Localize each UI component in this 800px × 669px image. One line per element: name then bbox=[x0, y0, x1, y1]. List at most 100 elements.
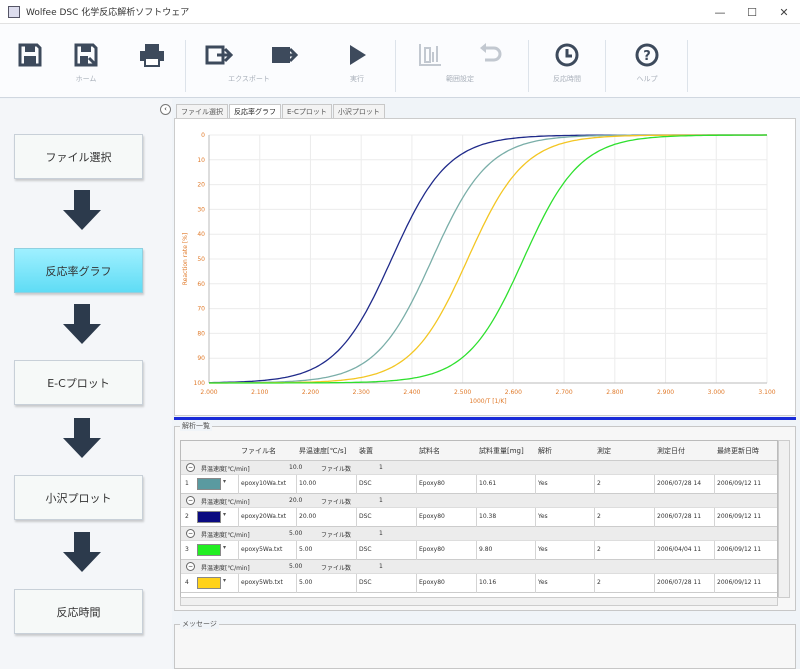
table-row[interactable]: 1 ▾ epoxy10Wa.txt 10.00 DSC Epoxy80 10.61 Yes 2 2… bbox=[181, 475, 777, 494]
cell-device: DSC bbox=[359, 579, 372, 586]
close-button[interactable]: ✕ bbox=[768, 0, 800, 24]
cell-last-updated: 2006/09/12 11 bbox=[717, 480, 762, 487]
x-tick-label: 3.000 bbox=[708, 389, 725, 396]
tab-ozawa-plot[interactable]: 小沢プロット bbox=[332, 104, 385, 119]
help-button[interactable]: ? bbox=[627, 38, 667, 72]
y-tick-label: 0 bbox=[201, 132, 205, 139]
header-analysis[interactable]: 解析 bbox=[538, 446, 552, 456]
export-button[interactable] bbox=[199, 38, 239, 72]
export-image-button[interactable] bbox=[264, 38, 304, 72]
step-ec-plot-button[interactable]: E-Cプロット bbox=[14, 360, 143, 405]
collapse-sidebar-icon[interactable]: ‹ bbox=[160, 104, 171, 115]
cell-measurement: 2 bbox=[597, 546, 601, 553]
y-tick-label: 20 bbox=[197, 182, 205, 189]
grid-horizontal-scrollbar[interactable] bbox=[180, 597, 778, 606]
group-title: 昇温速度[℃/min] bbox=[201, 565, 250, 572]
step-reaction-rate-graph-button[interactable]: 反応率グラフ bbox=[14, 248, 143, 293]
undo-button[interactable] bbox=[470, 38, 510, 72]
arrow-down-icon bbox=[63, 418, 101, 458]
y-tick-label: 90 bbox=[197, 355, 205, 362]
table-row[interactable]: 2 ▾ epoxy20Wa.txt 20.00 DSC Epoxy80 10.38 Yes 2 2… bbox=[181, 508, 777, 527]
play-icon bbox=[350, 45, 366, 65]
color-swatch[interactable] bbox=[197, 478, 221, 490]
toolbar-label-reaction-time: 反応時間 bbox=[553, 75, 581, 83]
x-tick-label: 2.800 bbox=[606, 389, 623, 396]
save-as-button[interactable] bbox=[66, 38, 106, 72]
step-reaction-time-button[interactable]: 反応時間 bbox=[14, 589, 143, 634]
cell-measurement: 2 bbox=[597, 480, 601, 487]
cell-analysis: Yes bbox=[538, 513, 548, 520]
header-sample-name[interactable]: 試料名 bbox=[419, 446, 440, 456]
maximize-button[interactable]: ☐ bbox=[736, 0, 768, 24]
color-dropdown-icon[interactable]: ▾ bbox=[223, 478, 226, 485]
header-device[interactable]: 装置 bbox=[359, 446, 373, 456]
y-tick-label: 70 bbox=[197, 306, 205, 313]
cell-sample-name: Epoxy80 bbox=[419, 480, 445, 487]
table-row[interactable]: 4 ▾ epoxy5Wb.txt 5.00 DSC Epoxy80 10.16 Yes 2 200… bbox=[181, 574, 777, 593]
message-group bbox=[174, 624, 796, 669]
svg-text:?: ? bbox=[643, 49, 651, 64]
group-count: 1 bbox=[379, 563, 383, 570]
cell-sample-name: Epoxy80 bbox=[419, 513, 445, 520]
header-measure-date[interactable]: 測定日付 bbox=[657, 446, 685, 456]
color-swatch[interactable] bbox=[197, 544, 221, 556]
minimize-button[interactable]: — bbox=[704, 0, 736, 24]
row-number: 3 bbox=[185, 546, 189, 553]
color-swatch[interactable] bbox=[197, 511, 221, 523]
group-title: 昇温速度[℃/min] bbox=[201, 499, 250, 506]
save-as-icon bbox=[74, 43, 98, 67]
print-icon bbox=[140, 44, 164, 67]
toolbar-separator bbox=[395, 40, 396, 92]
step-file-select-button[interactable]: ファイル選択 bbox=[14, 134, 143, 179]
message-label: メッセージ bbox=[180, 619, 219, 629]
cell-filename: epoxy5Wa.txt bbox=[241, 546, 283, 553]
splitter-bar[interactable] bbox=[174, 417, 796, 420]
group-count-label: ファイル数 bbox=[321, 499, 352, 506]
cell-heating-rate: 5.00 bbox=[299, 546, 313, 553]
table-row[interactable]: 3 ▾ epoxy5Wa.txt 5.00 DSC Epoxy80 9.80 Yes 2 2006… bbox=[181, 541, 777, 560]
reaction-rate-chart[interactable]: 2.000 2.100 2.200 2.300 2.400 2.500 2.600 2.700… bbox=[175, 119, 795, 415]
reaction-time-button[interactable] bbox=[547, 38, 587, 72]
color-dropdown-icon[interactable]: ▾ bbox=[223, 544, 226, 551]
collapse-group-icon[interactable]: − bbox=[186, 529, 195, 538]
color-dropdown-icon[interactable]: ▾ bbox=[223, 511, 226, 518]
cell-filename: epoxy20Wa.txt bbox=[241, 513, 287, 520]
group-row: − 昇温速度[℃/min] 5.00 ファイル数 1 bbox=[181, 527, 777, 541]
header-filename[interactable]: ファイル名 bbox=[241, 446, 276, 456]
step-ozawa-plot-button[interactable]: 小沢プロット bbox=[14, 475, 143, 520]
group-count-label: ファイル数 bbox=[321, 466, 352, 473]
group-rate: 10.0 bbox=[289, 464, 303, 471]
print-button[interactable] bbox=[132, 38, 172, 72]
tab-ec-plot[interactable]: E-Cプロット bbox=[282, 104, 332, 119]
header-heating-rate[interactable]: 昇温速度[℃/s] bbox=[299, 446, 346, 456]
app-icon bbox=[8, 5, 20, 18]
header-measurement[interactable]: 測定 bbox=[597, 446, 611, 456]
group-rate: 20.0 bbox=[289, 497, 303, 504]
x-tick-label: 2.400 bbox=[403, 389, 420, 396]
collapse-group-icon[interactable]: − bbox=[186, 562, 195, 571]
header-sample-weight[interactable]: 試料重量[mg] bbox=[479, 446, 524, 456]
grid-vertical-scrollbar[interactable] bbox=[778, 440, 790, 598]
cell-last-updated: 2006/09/12 11 bbox=[717, 513, 762, 520]
collapse-group-icon[interactable]: − bbox=[186, 463, 195, 472]
header-last-updated[interactable]: 最終更新日時 bbox=[717, 446, 759, 456]
export-icon bbox=[205, 45, 233, 65]
cell-device: DSC bbox=[359, 480, 372, 487]
y-tick-label: 40 bbox=[197, 231, 205, 238]
x-tick-label: 2.700 bbox=[555, 389, 572, 396]
title-bar: Wolfee DSC 化学反応解析ソフトウェア bbox=[0, 0, 800, 24]
tab-file-select[interactable]: ファイル選択 bbox=[176, 104, 228, 119]
run-button[interactable] bbox=[337, 38, 377, 72]
group-count-label: ファイル数 bbox=[321, 565, 352, 572]
color-dropdown-icon[interactable]: ▾ bbox=[223, 577, 226, 584]
cell-heating-rate: 20.00 bbox=[299, 513, 317, 520]
color-swatch[interactable] bbox=[197, 577, 221, 589]
cell-measure-date: 2006/07/28 14 bbox=[657, 480, 702, 487]
chart-settings-button[interactable] bbox=[410, 38, 450, 72]
x-tick-label: 2.000 bbox=[200, 389, 217, 396]
collapse-group-icon[interactable]: − bbox=[186, 496, 195, 505]
toolbar-label-run: 実行 bbox=[350, 75, 364, 83]
cell-filename: epoxy5Wb.txt bbox=[241, 579, 283, 586]
cell-sample-weight: 10.61 bbox=[479, 480, 497, 487]
save-button[interactable] bbox=[10, 38, 50, 72]
